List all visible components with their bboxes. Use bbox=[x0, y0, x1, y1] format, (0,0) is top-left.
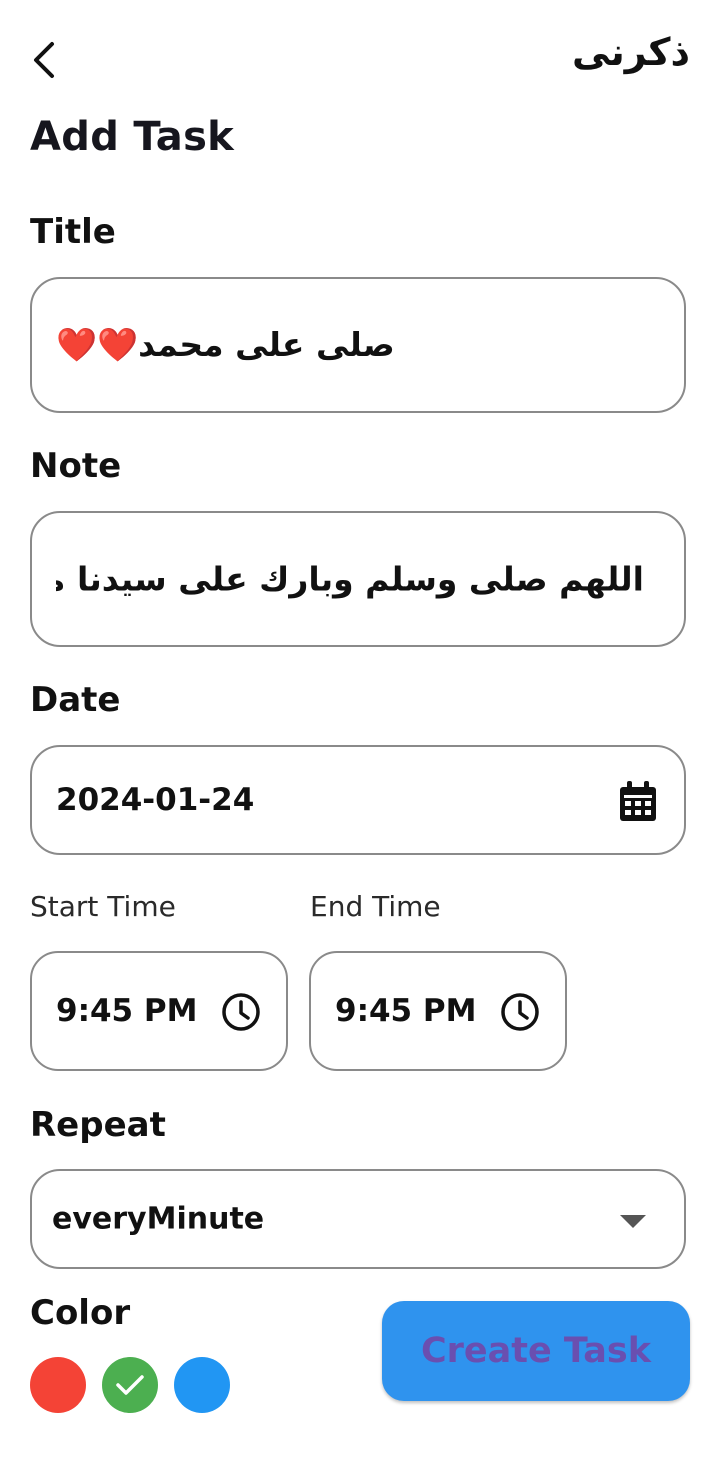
end-time-field[interactable]: 9:45 PM bbox=[309, 951, 567, 1071]
create-task-label: Create Task bbox=[420, 1331, 652, 1371]
back-button[interactable] bbox=[24, 38, 64, 82]
repeat-dropdown[interactable]: everyMinute bbox=[30, 1169, 686, 1269]
chevron-left-icon bbox=[34, 42, 54, 78]
date-label: Date bbox=[30, 680, 121, 720]
create-task-button[interactable]: Create Task bbox=[382, 1301, 690, 1401]
title-field[interactable]: صلى على محمد❤️❤️ bbox=[30, 277, 686, 413]
check-icon bbox=[116, 1375, 144, 1395]
color-swatch-blue[interactable] bbox=[174, 1357, 230, 1413]
color-swatch-green[interactable] bbox=[102, 1357, 158, 1413]
repeat-value: everyMinute bbox=[52, 1201, 265, 1237]
start-time-label: Start Time bbox=[30, 890, 176, 923]
note-field[interactable]: اللهم صلى وسلم وبارك على سيدنا محمد bbox=[30, 511, 686, 647]
end-time-label: End Time bbox=[310, 890, 441, 923]
note-input-value: اللهم صلى وسلم وبارك على سيدنا محمد bbox=[56, 559, 644, 599]
note-label: Note bbox=[30, 446, 122, 486]
dropdown-arrow-icon bbox=[618, 1211, 648, 1231]
repeat-label: Repeat bbox=[30, 1105, 166, 1145]
start-time-field[interactable]: 9:45 PM bbox=[30, 951, 288, 1071]
title-label: Title bbox=[30, 212, 116, 252]
color-label: Color bbox=[30, 1293, 131, 1333]
app-title: ذكرنى bbox=[572, 30, 690, 74]
title-input-value: صلى على محمد❤️❤️ bbox=[56, 325, 395, 364]
start-time-value: 9:45 PM bbox=[56, 993, 198, 1029]
end-time-value: 9:45 PM bbox=[335, 993, 477, 1029]
color-swatch-red[interactable] bbox=[30, 1357, 86, 1413]
clock-icon[interactable] bbox=[499, 991, 541, 1033]
clock-icon[interactable] bbox=[220, 991, 262, 1033]
page-title: Add Task bbox=[30, 114, 235, 160]
top-bar: ذكرنى bbox=[0, 0, 720, 120]
calendar-icon[interactable] bbox=[618, 780, 658, 824]
date-value: 2024-01-24 bbox=[56, 782, 255, 818]
date-field[interactable]: 2024-01-24 bbox=[30, 745, 686, 855]
